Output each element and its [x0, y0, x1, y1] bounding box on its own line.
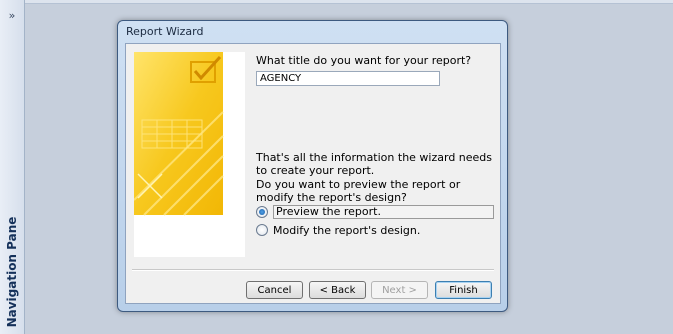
cancel-button[interactable]: Cancel	[246, 281, 303, 299]
navigation-pane-label-area[interactable]: Navigation Pane	[0, 215, 24, 330]
button-separator	[132, 269, 494, 271]
back-button[interactable]: < Back	[309, 281, 366, 299]
wizard-illustration	[134, 52, 245, 257]
report-wizard-art-icon	[134, 52, 224, 216]
next-button[interactable]: Next >	[371, 281, 428, 299]
wizard-info-text: That's all the information the wizard ne…	[256, 151, 493, 177]
report-title-input[interactable]: AGENCY	[256, 71, 440, 86]
option-preview-report[interactable]: Preview the report.	[256, 205, 494, 219]
navigation-pane[interactable]: » Navigation Pane	[0, 0, 25, 334]
dialog-client-area: What title do you want for your report? …	[125, 43, 501, 304]
report-wizard-dialog: Report Wizard What title do you want for…	[117, 20, 508, 312]
dialog-title: Report Wizard	[126, 25, 204, 38]
report-title-question: What title do you want for your report?	[256, 54, 472, 67]
radio-unselected-icon[interactable]	[256, 224, 268, 236]
finish-button[interactable]: Finish	[435, 281, 492, 299]
radio-selected-icon[interactable]	[256, 206, 268, 218]
option-preview-label[interactable]: Preview the report.	[273, 205, 494, 219]
option-modify-label[interactable]: Modify the report's design.	[273, 224, 420, 237]
expand-chevron-icon[interactable]: »	[4, 9, 20, 23]
preview-question: Do you want to preview the report or mod…	[256, 178, 461, 204]
navigation-pane-label: Navigation Pane	[5, 216, 19, 328]
option-modify-design[interactable]: Modify the report's design.	[256, 223, 420, 237]
workspace-top-strip	[25, 0, 673, 4]
